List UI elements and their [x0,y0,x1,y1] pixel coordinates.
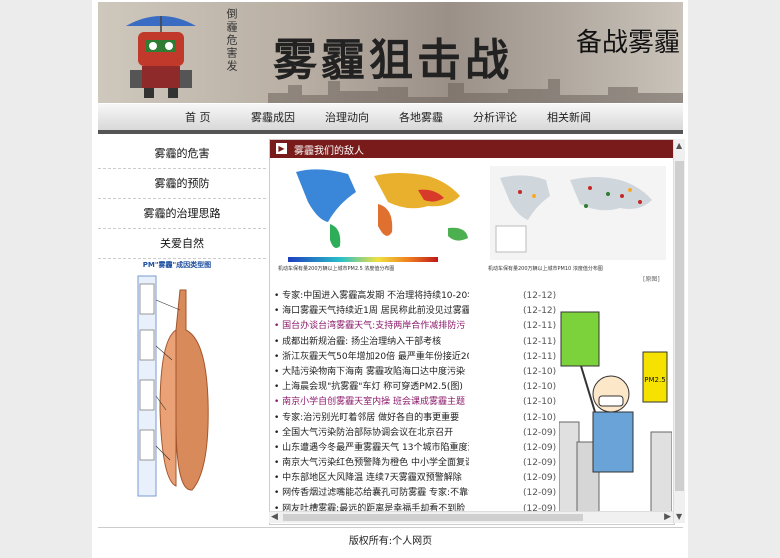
news-list: • 专家:中国进入雾霾高发期 不治理将持续10-20年 (12-12) • 海口雾霾… [274,289,556,517]
news-item[interactable]: • 专家:中国进入雾霾高发期 不治理将持续10-20年 (12-12) [274,289,556,304]
news-date: (12-09) [523,458,557,469]
news-date: (12-09) [523,442,557,453]
map-caption-left: 机动车保有量200万辆以上城市PM2.5 浓度值分布图 [278,266,395,272]
section-header: ▶ 雾霾我们的敌人 [270,140,674,158]
news-title-link[interactable]: • 浙江灰霾天气50年增加20倍 最严重年份接近200天 [274,350,469,365]
news-date: (12-12) [523,291,557,301]
news-title-link[interactable]: • 中东部地区大风降温 连续7天雾霾双预警解除 [274,471,469,486]
anti-smog-cartoon: PM2.5 [559,302,672,517]
footer: 版权所有:个人网页 [98,527,683,556]
triangle-right-icon: ▶ [276,143,287,154]
news-item[interactable]: • 网传香烟过滤嘴能芯给囊孔可防雾霾 专家:不靠谱 (12-09) [274,486,556,501]
cartoon-sign-label: PM2.5 [644,376,665,384]
pm10-world-map [490,166,666,260]
news-title-link[interactable]: • 专家:中国进入雾霾高发期 不治理将持续10-20年 [274,289,469,304]
news-item[interactable]: • 全国大气污染防治部际协调会议在北京召开 (12-09) [274,426,556,441]
news-title-link[interactable]: • 成都出新规治霾: 扬尘治理纳入干部考核 [274,335,469,350]
news-item[interactable]: • 成都出新规治霾: 扬尘治理纳入干部考核 (12-11) [274,335,556,350]
mascot-illustration [126,16,196,98]
nav-analysis[interactable]: 分析评论 [473,109,517,125]
news-title-link[interactable]: • 国台办谈台湾雾霾天气:支持两岸合作减排防污 [274,319,469,334]
map-caption-right: 机动车保有量200万辆以上城市PM10 浓度值分布图 [488,266,603,272]
news-date: (12-09) [523,427,557,438]
news-date: (12-11) [523,351,557,362]
header-banner: 倒霾危害发 雾霾狙击战 备战雾霾 [98,2,683,103]
news-title-link[interactable]: • 南京小学自创雾霾天室内操 班会课成雾霾主题 [274,395,469,410]
sidebar: 雾霾的危害 雾霾的预防 雾霾的治理思路 关爱自然 [98,139,266,259]
news-title-link[interactable]: • 大陆污染物南下海南 雾霾攻陷海口达中度污染 [274,365,469,380]
news-date: (12-10) [523,366,557,377]
scroll-left-icon[interactable]: ◀ [271,512,278,522]
news-item[interactable]: • 南京大气污染红色预警降为橙色 中小学全面复课 (12-09) [274,456,556,471]
news-date: (12-11) [523,336,557,347]
news-item[interactable]: • 浙江灰霾天气50年增加20倍 最严重年份接近200天 (12-11) [274,350,556,365]
nav-governance[interactable]: 治理动向 [325,109,369,125]
nav-causes[interactable]: 雾霾成因 [251,109,295,125]
scroll-down-icon[interactable]: ▼ [676,512,682,521]
copyright-text: 版权所有:个人网页 [348,536,433,547]
news-title-link[interactable]: • 海口雾霾天气持续近1周 居民称此前没见过雾霾 [274,304,469,319]
page: 倒霾危害发 雾霾狙击战 备战雾霾 首 页 雾霾成因 治理动向 各地雾霾 分析评论… [92,0,688,558]
map-credit[interactable]: [原图] [643,274,660,283]
news-title-link[interactable]: • 全国大气污染防治部际协调会议在北京召开 [274,426,469,441]
news-item[interactable]: • 海口雾霾天气持续近1周 居民称此前没见过雾霾 (12-12) [274,304,556,319]
site-subtitle: 备战雾霾 [576,28,681,58]
sidebar-item-hazards[interactable]: 雾霾的危害 [98,139,266,169]
news-item[interactable]: • 山东遭遇今冬最严重雾霾天气 13个城市陷重度污染 (12-09) [274,441,556,456]
sidebar-item-prevention[interactable]: 雾霾的预防 [98,169,266,199]
news-item[interactable]: • 大陆污染物南下海南 雾霾攻陷海口达中度污染 (12-10) [274,365,556,380]
news-item[interactable]: • 中东部地区大风降温 连续7天雾霾双预警解除 (12-09) [274,471,556,486]
news-title-link[interactable]: • 山东遭遇今冬最严重雾霾天气 13个城市陷重度污染 [274,441,469,456]
pm-maps: 机动车保有量200万辆以上城市PM2.5 浓度值分布图 机动车保有量200万辆以… [278,162,666,283]
scroll-up-icon[interactable]: ▲ [676,141,682,150]
news-item[interactable]: • 国台办谈台湾雾霾天气:支持两岸合作减排防污 (12-11) [274,319,556,334]
news-item[interactable]: • 专家:治污别光盯着邻居 做好各自的事更重要 (12-10) [274,411,556,426]
section-title: 雾霾我们的敌人 [294,146,364,157]
news-title-link[interactable]: • 南京大气污染红色预警降为橙色 中小学全面复课 [274,456,469,471]
news-date: (12-12) [523,306,557,317]
h-scrollbar-thumb[interactable] [283,514,583,521]
sidebar-item-governance[interactable]: 雾霾的治理思路 [98,199,266,229]
news-date: (12-10) [523,397,557,408]
news-title-link[interactable]: • 上海晨会现"抗雾霾"车灯 称可穿透PM2.5(图) [274,380,469,395]
vertical-scrollbar[interactable]: ▲ ▼ [673,139,685,523]
news-date: (12-09) [523,473,557,484]
city-skyline-graphic [268,79,683,103]
nav-regions[interactable]: 各地雾霾 [399,109,443,125]
news-item[interactable]: • 上海晨会现"抗雾霾"车灯 称可穿透PM2.5(图) (12-10) [274,380,556,395]
sidebar-infographic: PM"雾霾"成因类型图 [136,260,224,506]
news-date: (12-11) [523,321,557,332]
horizontal-scrollbar[interactable]: ◀ ▶ [269,511,673,523]
news-date: (12-09) [523,488,557,499]
banner-vertical-text: 倒霾危害发 [225,8,238,73]
news-date: (12-10) [523,382,557,393]
news-date: (12-10) [523,412,557,423]
main-nav: 首 页 雾霾成因 治理动向 各地雾霾 分析评论 相关新闻 [98,104,683,134]
scrollbar-thumb[interactable] [675,161,684,491]
sidebar-item-care-nature[interactable]: 关爱自然 [98,229,266,259]
news-item[interactable]: • 南京小学自创雾霾天室内操 班会课成雾霾主题 (12-10) [274,395,556,410]
news-title-link[interactable]: • 网传香烟过滤嘴能芯给囊孔可防雾霾 专家:不靠谱 [274,486,469,501]
lungs-diagram [137,275,209,497]
infographic-caption: PM"雾霾"成因类型图 [142,261,212,269]
scroll-right-icon[interactable]: ▶ [664,512,671,522]
nav-related-news[interactable]: 相关新闻 [547,109,591,125]
news-title-link[interactable]: • 专家:治污别光盯着邻居 做好各自的事更重要 [274,411,469,426]
pm25-world-map [278,162,488,262]
nav-home[interactable]: 首 页 [185,109,211,125]
